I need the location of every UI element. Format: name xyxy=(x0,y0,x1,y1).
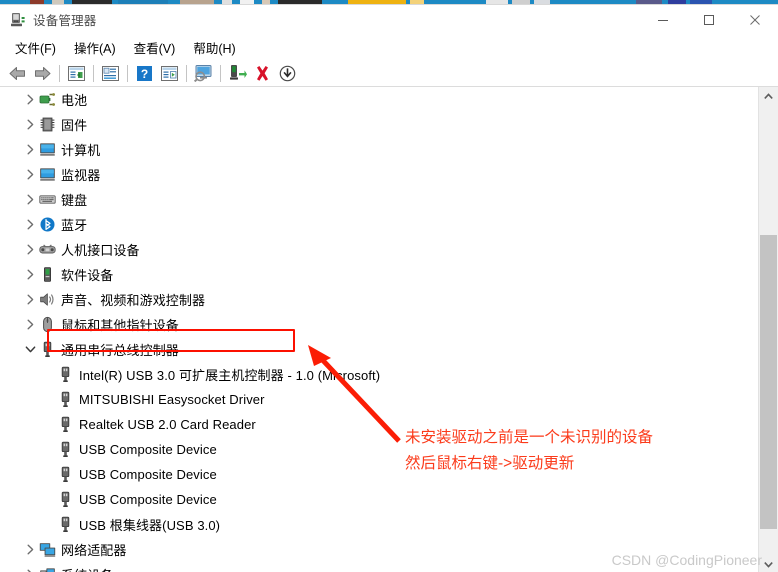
window-controls xyxy=(640,5,778,34)
chevron-right-icon[interactable] xyxy=(22,312,38,337)
menu-action[interactable]: 操作(A) xyxy=(65,35,125,60)
back-icon[interactable] xyxy=(5,62,30,85)
tree-row-label: 键盘 xyxy=(61,193,88,208)
usb-icon xyxy=(56,391,74,409)
device-manager-screenshot: 设备管理器 文件(F) 操作(A) 查看(V) 帮助(H) ? 电池 固件 计算… xyxy=(0,0,778,572)
chevron-right-icon[interactable] xyxy=(22,87,38,112)
annotation-text: 未安装驱动之前是一个未识别的设备 然后鼠标右键->驱动更新 xyxy=(405,425,653,477)
menu-view[interactable]: 查看(V) xyxy=(125,35,185,60)
menu-help[interactable]: 帮助(H) xyxy=(184,35,244,60)
tree-row-label: MITSUBISHI Easysocket Driver xyxy=(79,392,265,407)
usb-icon xyxy=(56,416,74,434)
properties-icon[interactable] xyxy=(98,62,123,85)
tree-row[interactable]: 固件 xyxy=(0,112,757,137)
device-manager-icon xyxy=(10,12,26,28)
usb-icon xyxy=(56,366,74,384)
tree-row[interactable]: 软件设备 xyxy=(0,262,757,287)
scrollbar-thumb[interactable] xyxy=(760,235,777,529)
minimize-button[interactable] xyxy=(640,5,686,34)
system-device-icon xyxy=(38,566,56,572)
tree-row-label: 网络适配器 xyxy=(61,543,127,558)
show-hide-console-tree-icon[interactable] xyxy=(64,62,89,85)
chevron-right-icon[interactable] xyxy=(22,287,38,312)
tree-row[interactable]: 蓝牙 xyxy=(0,212,757,237)
menu-bar: 文件(F) 操作(A) 查看(V) 帮助(H) xyxy=(0,34,778,60)
tree-row-label: USB Composite Device xyxy=(79,492,217,507)
usb-icon xyxy=(56,516,74,534)
toolbar-separator xyxy=(127,64,128,82)
close-button[interactable] xyxy=(732,5,778,34)
firmware-icon xyxy=(38,116,56,134)
menu-file[interactable]: 文件(F) xyxy=(6,35,65,60)
software-device-icon xyxy=(38,266,56,284)
tree-row-label: USB Composite Device xyxy=(79,442,217,457)
watermark: CSDN @CodingPioneer xyxy=(611,552,762,568)
highlight-box-mitsubishi-driver xyxy=(47,329,295,352)
tree-row[interactable]: 电池 xyxy=(0,87,757,112)
tree-row-label: USB 根集线器(USB 3.0) xyxy=(79,518,221,533)
tree-row-label: 电池 xyxy=(61,93,88,108)
tree-row[interactable]: 声音、视频和游戏控制器 xyxy=(0,287,757,312)
chevron-right-icon[interactable] xyxy=(22,162,38,187)
tree-row[interactable]: 计算机 xyxy=(0,137,757,162)
tree-row-label: 人机接口设备 xyxy=(61,243,140,258)
chevron-right-icon[interactable] xyxy=(22,562,38,572)
chevron-right-icon[interactable] xyxy=(22,537,38,562)
toolbar-separator xyxy=(220,64,221,82)
svg-text:?: ? xyxy=(141,67,148,81)
toolbar-separator xyxy=(186,64,187,82)
computer-icon xyxy=(38,141,56,159)
usb-icon xyxy=(56,441,74,459)
tree-row-label: 计算机 xyxy=(61,143,101,158)
bluetooth-icon xyxy=(38,216,56,234)
battery-icon xyxy=(38,91,56,109)
maximize-button[interactable] xyxy=(686,5,732,34)
network-icon xyxy=(38,541,56,559)
tree-row[interactable]: USB 根集线器(USB 3.0) xyxy=(0,512,757,537)
tree-row[interactable]: USB Composite Device xyxy=(0,487,757,512)
enable-device-icon[interactable] xyxy=(225,62,250,85)
update-driver-icon[interactable] xyxy=(157,62,182,85)
title-bar: 设备管理器 xyxy=(0,5,778,34)
scan-hardware-changes-icon[interactable] xyxy=(191,62,216,85)
window-title: 设备管理器 xyxy=(33,14,97,28)
uninstall-device-icon[interactable] xyxy=(250,62,275,85)
vertical-scrollbar[interactable] xyxy=(758,87,778,572)
usb-icon xyxy=(56,491,74,509)
tree-row-label: 系统设备 xyxy=(61,565,113,572)
tree-row-label: 蓝牙 xyxy=(61,218,88,233)
tree-row[interactable]: 键盘 xyxy=(0,187,757,212)
monitor-icon xyxy=(38,166,56,184)
chevron-right-icon[interactable] xyxy=(22,137,38,162)
keyboard-icon xyxy=(38,191,56,209)
tree-row-label: Realtek USB 2.0 Card Reader xyxy=(79,417,256,432)
toolbar: ? xyxy=(0,60,778,87)
chevron-right-icon[interactable] xyxy=(22,212,38,237)
annotation-line-2: 然后鼠标右键->驱动更新 xyxy=(405,455,575,472)
tree-row-label: 固件 xyxy=(61,118,88,133)
toolbar-separator xyxy=(93,64,94,82)
chevron-right-icon[interactable] xyxy=(22,187,38,212)
chevron-right-icon[interactable] xyxy=(22,262,38,287)
chevron-right-icon[interactable] xyxy=(22,237,38,262)
tree-row-label: 监视器 xyxy=(61,168,101,183)
tree-row-label: 声音、视频和游戏控制器 xyxy=(61,293,206,308)
help-icon[interactable]: ? xyxy=(132,62,157,85)
chevron-down-icon[interactable] xyxy=(22,337,38,362)
annotation-line-1: 未安装驱动之前是一个未识别的设备 xyxy=(405,429,654,446)
chevron-right-icon[interactable] xyxy=(22,112,38,137)
tree-row[interactable]: 人机接口设备 xyxy=(0,237,757,262)
tree-row-label: USB Composite Device xyxy=(79,467,217,482)
annotation-arrow-icon xyxy=(308,345,401,443)
usb-icon xyxy=(56,466,74,484)
hid-icon xyxy=(38,241,56,259)
scroll-up-button[interactable] xyxy=(759,87,778,105)
forward-icon[interactable] xyxy=(30,62,55,85)
disable-device-icon[interactable] xyxy=(275,62,300,85)
toolbar-separator xyxy=(59,64,60,82)
tree-row-label: 软件设备 xyxy=(61,268,114,283)
sound-icon xyxy=(38,291,56,309)
tree-row[interactable]: 监视器 xyxy=(0,162,757,187)
device-manager-window: 设备管理器 文件(F) 操作(A) 查看(V) 帮助(H) ? 电池 固件 计算… xyxy=(0,4,778,572)
